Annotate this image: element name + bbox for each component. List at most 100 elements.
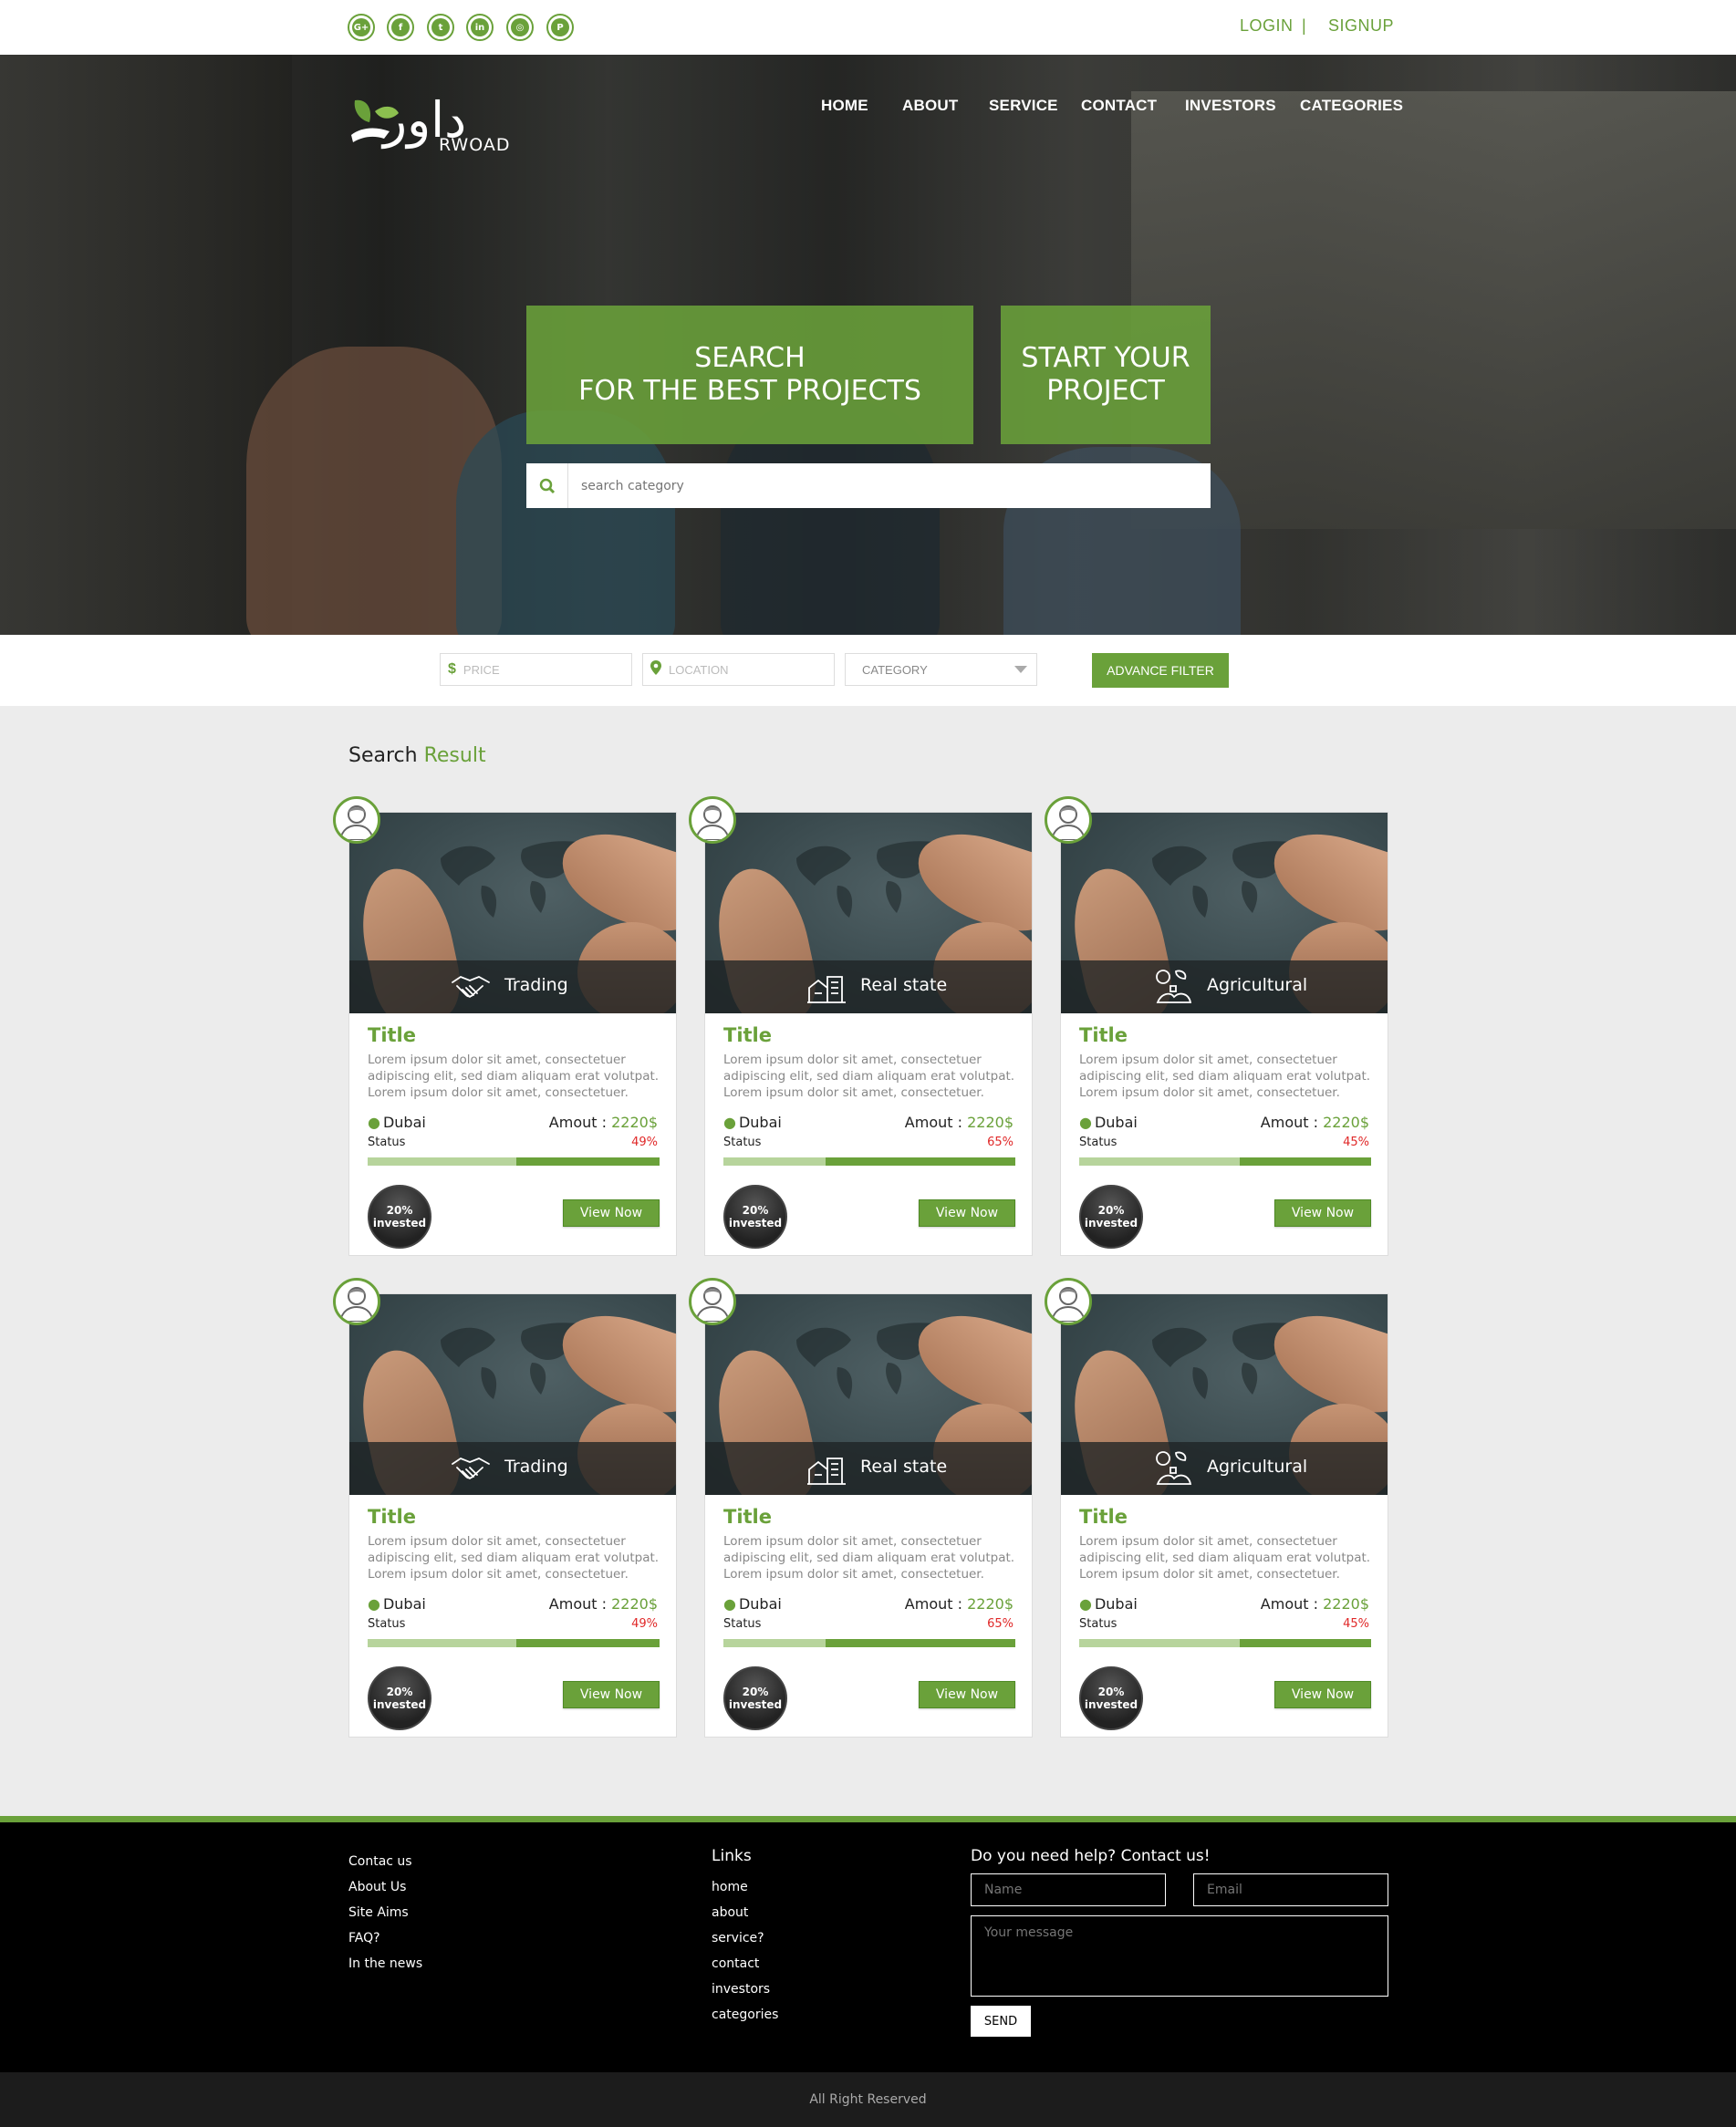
card-title[interactable]: Title [723, 1506, 772, 1528]
footer-link-news[interactable]: In the news [348, 1956, 422, 1971]
signup-link[interactable]: SIGNUP [1328, 16, 1394, 36]
price-filter-placeholder: PRICE [463, 662, 500, 677]
user-avatar-icon[interactable] [333, 796, 380, 844]
card-title[interactable]: Title [723, 1024, 772, 1046]
card-image[interactable]: Trading [349, 813, 676, 1013]
card-image[interactable]: Real state [705, 813, 1032, 1013]
search-icon[interactable] [526, 463, 568, 508]
start-project-line2: PROJECT [1046, 375, 1165, 407]
invested-label: invested [728, 1698, 783, 1711]
project-card: Trading Title Lorem ipsum dolor sit amet… [348, 812, 677, 1256]
invested-label: invested [1084, 1698, 1138, 1711]
card-image[interactable]: Agricultural [1061, 813, 1388, 1013]
card-location-text: Dubai [738, 1595, 782, 1613]
category-select[interactable]: CATEGORY [845, 653, 1037, 686]
facebook-icon[interactable]: f [387, 14, 414, 41]
card-amount-label: Amout : [1260, 1114, 1318, 1131]
category-search-input[interactable] [568, 463, 1211, 508]
user-avatar-icon[interactable] [1045, 796, 1092, 844]
user-avatar-icon[interactable] [1045, 1278, 1092, 1325]
card-title[interactable]: Title [1079, 1024, 1128, 1046]
price-filter[interactable]: $ PRICE [440, 653, 632, 686]
card-amount: Amout : 2220$ [549, 1595, 658, 1613]
card-amount-value: 2220$ [1323, 1114, 1369, 1131]
map-pin-icon: ● [1079, 1595, 1092, 1613]
instagram-icon[interactable]: ◎ [506, 14, 534, 41]
user-avatar-icon[interactable] [689, 796, 736, 844]
footer-link-investors[interactable]: investors [712, 1982, 770, 1997]
map-pin-icon: ● [723, 1595, 736, 1613]
twitter-glyph: t [431, 18, 450, 36]
card-amount: Amout : 2220$ [1261, 1595, 1369, 1613]
card-image[interactable]: Real state [705, 1294, 1032, 1495]
footer-link-contact[interactable]: Contac us [348, 1854, 412, 1869]
view-now-button[interactable]: View Now [563, 1199, 660, 1227]
card-title[interactable]: Title [368, 1506, 416, 1528]
name-field[interactable] [971, 1873, 1166, 1906]
invested-percent: 20% [742, 1204, 769, 1217]
user-avatar-icon[interactable] [689, 1278, 736, 1325]
footer-link-faq[interactable]: FAQ? [348, 1931, 380, 1945]
category-icon [450, 966, 492, 1008]
login-link[interactable]: LOGIN [1240, 16, 1294, 36]
card-title[interactable]: Title [1079, 1506, 1128, 1528]
view-now-button[interactable]: View Now [919, 1681, 1015, 1708]
linkedin-icon[interactable]: in [466, 14, 494, 41]
nav-categories[interactable]: CATEGORIES [1300, 97, 1403, 115]
card-progress-fill [516, 1157, 660, 1166]
results-heading-part2: Result [423, 744, 486, 767]
card-status-label: Status [1079, 1617, 1117, 1631]
twitter-icon[interactable]: t [427, 14, 454, 41]
category-label: Trading [504, 975, 568, 995]
card-amount-value: 2220$ [967, 1114, 1014, 1131]
footer-link-about-lower[interactable]: about [712, 1905, 748, 1920]
card-title[interactable]: Title [368, 1024, 416, 1046]
card-status-label: Status [723, 1617, 762, 1631]
footer-link-about[interactable]: About Us [348, 1880, 406, 1894]
nav-contact[interactable]: CONTACT [1081, 97, 1157, 115]
card-location-text: Dubai [1094, 1114, 1138, 1131]
search-projects-button[interactable]: SEARCH FOR THE BEST PROJECTS [526, 306, 973, 444]
card-progress-fill [1240, 1157, 1371, 1166]
nav-service[interactable]: SERVICE [989, 97, 1058, 115]
card-image[interactable]: Trading [349, 1294, 676, 1495]
invested-badge: 20% invested [1079, 1185, 1143, 1249]
send-button[interactable]: SEND [971, 2006, 1031, 2037]
footer [0, 1822, 1736, 2072]
invested-percent: 20% [386, 1204, 413, 1217]
footer-link-service[interactable]: service? [712, 1931, 764, 1945]
advance-filter-button[interactable]: ADVANCE FILTER [1092, 653, 1229, 688]
pinterest-icon[interactable]: P [546, 14, 574, 41]
card-amount-label: Amout : [548, 1595, 607, 1613]
nav-about[interactable]: ABOUT [902, 97, 958, 115]
footer-link-contact-lower[interactable]: contact [712, 1956, 759, 1971]
start-project-button[interactable]: START YOUR PROJECT [1001, 306, 1211, 444]
footer-link-site-aims[interactable]: Site Aims [348, 1905, 409, 1920]
message-field[interactable] [971, 1915, 1388, 1997]
view-now-button[interactable]: View Now [919, 1199, 1015, 1227]
card-amount-value: 2220$ [1323, 1595, 1369, 1613]
card-image[interactable]: Agricultural [1061, 1294, 1388, 1495]
user-avatar-icon[interactable] [333, 1278, 380, 1325]
location-filter[interactable]: LOCATION [642, 653, 835, 686]
logo-english[interactable]: RWOAD [439, 135, 510, 155]
email-field[interactable] [1193, 1873, 1388, 1906]
pinterest-glyph: P [551, 18, 569, 36]
card-amount-value: 2220$ [611, 1114, 658, 1131]
results-heading: Search Result [348, 744, 486, 767]
view-now-button[interactable]: View Now [563, 1681, 660, 1708]
topbar-separator: | [1302, 16, 1307, 35]
card-status-label: Status [368, 1136, 406, 1149]
view-now-button[interactable]: View Now [1274, 1681, 1371, 1708]
nav-investors[interactable]: INVESTORS [1185, 97, 1276, 115]
google-plus-icon[interactable]: G+ [348, 14, 375, 41]
view-now-button[interactable]: View Now [1274, 1199, 1371, 1227]
linkedin-glyph: in [471, 18, 489, 36]
card-progress-bar [368, 1639, 660, 1647]
footer-link-home[interactable]: home [712, 1880, 748, 1894]
footer-link-categories[interactable]: categories [712, 2008, 778, 2022]
nav-home[interactable]: HOME [821, 97, 868, 115]
footer-links-heading: Links [712, 1847, 752, 1865]
map-pin-icon: ● [368, 1114, 380, 1131]
card-location: ● Dubai [368, 1114, 426, 1131]
